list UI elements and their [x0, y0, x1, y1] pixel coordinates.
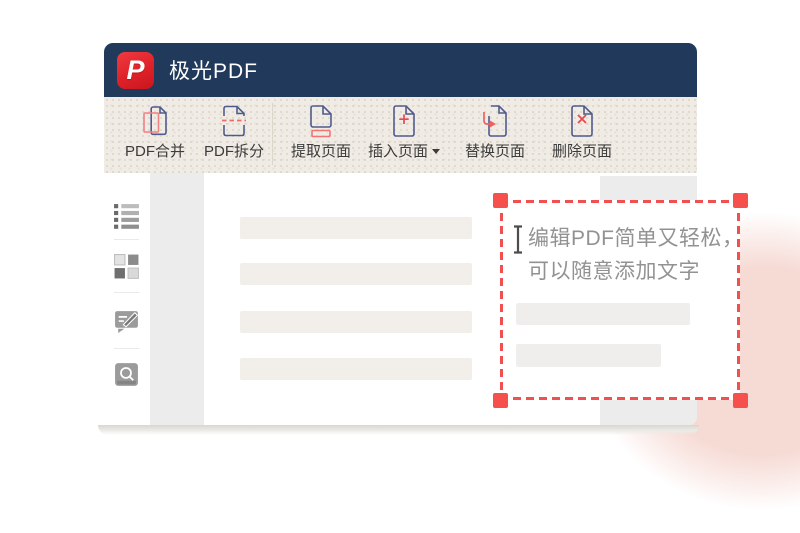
toolbar-button-extract-page[interactable]: 提取页面 — [281, 104, 361, 168]
toolbar-group-divider — [272, 103, 273, 165]
text-placeholder-line — [240, 358, 472, 380]
toolbar: PDF合并 PDF拆分 — [104, 97, 697, 173]
dropdown-arrow-icon — [432, 149, 440, 154]
annotate-icon — [113, 321, 140, 338]
sidebar-item-thumbnail-grid[interactable] — [113, 253, 140, 280]
text-placeholder-line — [516, 344, 661, 367]
selection-border-bottom — [500, 397, 740, 400]
toolbar-button-label: 替换页面 — [465, 140, 525, 161]
split-pages-icon — [194, 104, 274, 138]
extract-page-icon — [281, 104, 361, 138]
text-selection-box[interactable]: 编辑PDF简单又轻松， 可以随意添加文字 — [500, 200, 740, 400]
thumbnail-grid-icon — [113, 267, 140, 284]
left-icon-rail — [104, 173, 150, 425]
caption-text: 编辑PDF简单又轻松， 可以随意添加文字 — [528, 222, 744, 288]
app-logo-icon: P — [117, 52, 154, 89]
selection-handle-bottom-right[interactable] — [733, 393, 748, 408]
selection-handle-top-left[interactable] — [493, 193, 508, 208]
toolbar-button-pdf-split[interactable]: PDF拆分 — [194, 104, 274, 168]
app-title: 极光PDF — [169, 55, 258, 85]
selection-border-top — [500, 200, 740, 203]
search-preview-icon — [113, 375, 140, 392]
toolbar-button-delete-page[interactable]: 删除页面 — [542, 104, 622, 168]
sidebar-item-page-list[interactable] — [113, 202, 140, 229]
selection-handle-bottom-left[interactable] — [493, 393, 508, 408]
selection-handle-top-right[interactable] — [733, 193, 748, 208]
replace-page-icon — [455, 104, 535, 138]
merge-pages-icon — [115, 104, 195, 138]
caption-line-1: 编辑PDF简单又轻松， — [528, 222, 744, 255]
page-list-icon — [113, 216, 140, 233]
toolbar-button-label: 提取页面 — [291, 140, 351, 161]
rail-divider — [114, 239, 139, 240]
rail-divider — [114, 348, 139, 349]
toolbar-button-insert-page[interactable]: 插入页面 — [364, 104, 444, 168]
toolbar-button-label: PDF拆分 — [204, 140, 264, 161]
selection-border-left — [500, 200, 503, 400]
delete-page-icon — [542, 104, 622, 138]
text-cursor-icon — [512, 225, 524, 259]
text-placeholder-line — [240, 217, 472, 239]
title-bar: P 极光PDF — [104, 43, 697, 97]
rail-divider — [114, 292, 139, 293]
insert-page-icon — [364, 104, 444, 138]
window-bottom-shadow — [98, 425, 699, 435]
caption-line-2: 可以随意添加文字 — [528, 255, 744, 288]
thumbnail-panel — [150, 173, 204, 425]
toolbar-button-replace-page[interactable]: 替换页面 — [455, 104, 535, 168]
text-placeholder-line — [516, 303, 690, 325]
toolbar-button-label: 插入页面 — [368, 140, 428, 161]
toolbar-button-pdf-merge[interactable]: PDF合并 — [115, 104, 195, 168]
toolbar-button-label: PDF合并 — [125, 140, 185, 161]
text-placeholder-line — [240, 263, 472, 285]
text-placeholder-line — [240, 311, 472, 333]
screenshot-canvas: P 极光PDF PDF合并 — [0, 0, 800, 533]
sidebar-item-search-preview[interactable] — [113, 361, 140, 388]
sidebar-item-annotate[interactable] — [113, 307, 140, 334]
toolbar-button-label: 删除页面 — [552, 140, 612, 161]
